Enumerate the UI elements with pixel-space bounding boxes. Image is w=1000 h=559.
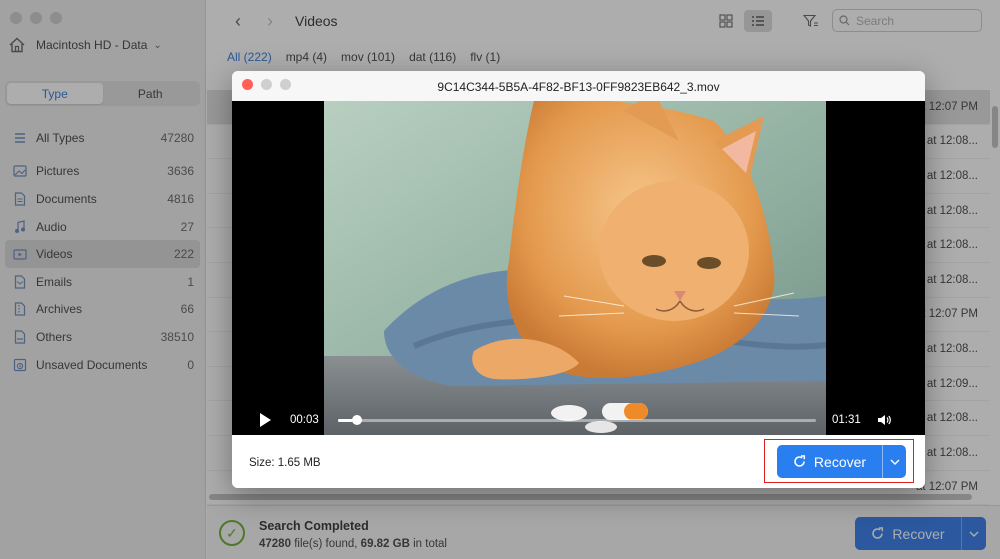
recover-label: Recover — [813, 453, 867, 470]
seek-bar[interactable] — [338, 415, 816, 425]
refresh-icon — [794, 455, 805, 467]
recover-button-group: Recover — [777, 445, 906, 478]
file-size: Size: 1.65 MB — [249, 457, 321, 469]
preview-footer: Size: 1.65 MB Recover — [232, 435, 925, 488]
chevron-down-icon — [890, 459, 899, 465]
preview-file-name: 9C14C344-5B5A-4F82-BF13-0FF9823EB642_3.m… — [437, 80, 720, 94]
video-thumbnail-image — [324, 101, 826, 435]
seek-handle[interactable] — [352, 415, 363, 425]
recover-options-button[interactable] — [882, 445, 906, 478]
preview-dialog: 9C14C344-5B5A-4F82-BF13-0FF9823EB642_3.m… — [232, 71, 925, 488]
play-icon[interactable] — [260, 413, 271, 427]
volume-icon[interactable] — [876, 412, 892, 428]
current-time: 00:03 — [290, 414, 319, 426]
playback-controls: 00:03 01:31 — [232, 405, 925, 435]
preview-titlebar: 9C14C344-5B5A-4F82-BF13-0FF9823EB642_3.m… — [232, 71, 925, 101]
video-frame — [324, 101, 826, 435]
duration: 01:31 — [832, 414, 861, 426]
video-player[interactable]: 00:03 01:31 — [232, 101, 925, 435]
recover-button[interactable]: Recover — [777, 445, 882, 478]
